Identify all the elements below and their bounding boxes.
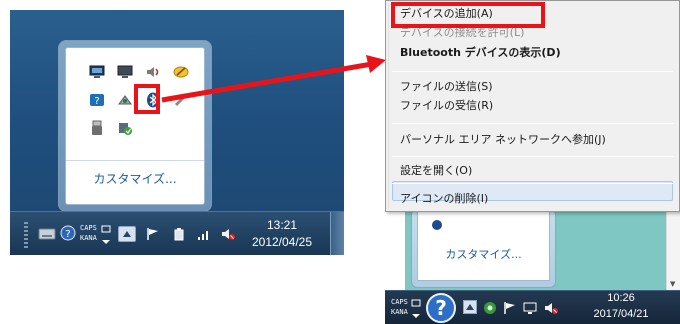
menu-item-open-settings[interactable]: 設定を開く(O) [400,164,472,178]
menu-item-join-pan[interactable]: パーソナル エリア ネットワークへ参加(J) [400,133,606,147]
right-screenshot: カスタマイズ... ▲ ▼ デバイスの追加(A) デバイスの接続を許可(L) B… [385,0,680,324]
bluetooth-context-menu: デバイスの追加(A) デバイスの接続を許可(L) Bluetooth デバイスの… [385,0,680,212]
show-hidden-icons-button-2[interactable] [463,300,477,314]
add-device-highlight-box [391,2,545,28]
kana-indicator-2: KANA [391,308,408,316]
bluetooth-icon-partial[interactable] [432,220,442,230]
customize-link-2[interactable]: カスタマイズ... [418,246,549,262]
caps-indicator-2: CAPS [391,298,408,306]
scroll-down-icon[interactable]: ▼ [670,280,675,288]
svg-text:?: ? [435,296,447,320]
notification-area-flyout-2: カスタマイズ... [411,208,556,288]
menu-separator [392,156,673,157]
menu-item-show-bluetooth-devices[interactable]: Bluetooth デバイスの表示(D) [400,46,561,60]
ime-dropdown-icon-2[interactable] [411,308,421,324]
right-taskbar: CAPS KANA ? 10:26 2017/04/21 [385,290,680,324]
menu-separator [392,123,673,124]
clock-date-2[interactable]: 2017/04/21 [585,308,657,320]
speaker-muted-icon-2[interactable] [543,300,559,316]
menu-separator [392,183,673,184]
flag-icon-2[interactable] [503,300,517,316]
network-shield-icon[interactable] [483,300,497,316]
menu-item-receive-file[interactable]: ファイルの受信(R) [400,99,493,113]
menu-item-send-file[interactable]: ファイルの送信(S) [400,80,493,94]
help-icon-large[interactable]: ? [425,292,457,324]
display-icon[interactable] [523,300,537,316]
menu-item-allow-device-connect: デバイスの接続を許可(L) [400,26,525,39]
menu-separator [392,71,673,72]
clock-time-2[interactable]: 10:26 [593,292,649,304]
menu-item-remove-icon[interactable]: アイコンの削除(I) [400,192,488,206]
